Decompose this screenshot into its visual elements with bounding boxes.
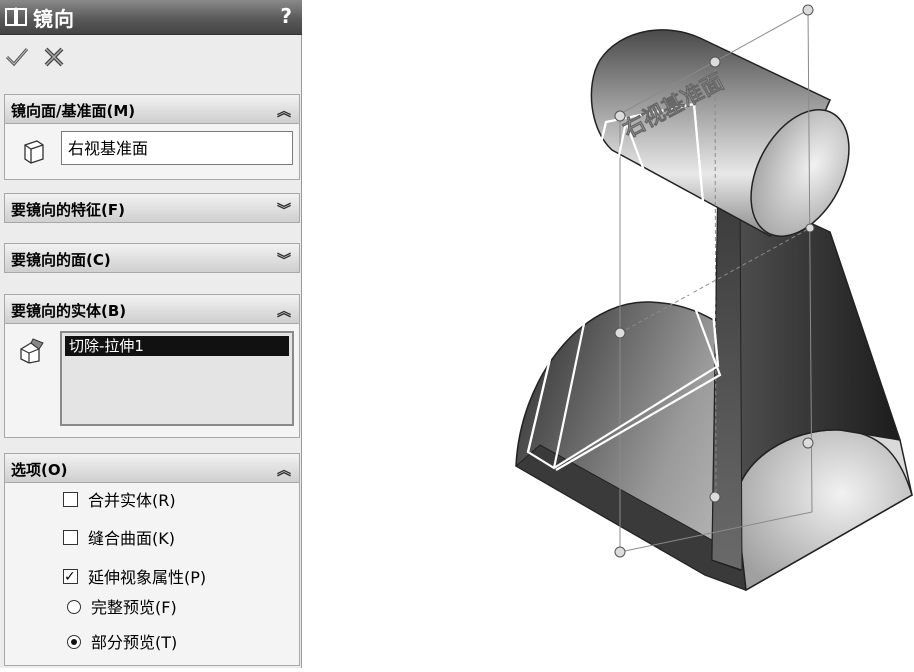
merge-bodies-option[interactable]: 合并实体(R)	[63, 490, 176, 512]
plane-icon	[24, 140, 44, 164]
features-section: 要镜向的特征(F) ︾	[4, 193, 300, 223]
option-label: 合并实体(R)	[88, 491, 176, 510]
panel-title: 镜向	[33, 7, 75, 31]
bodies-header[interactable]: 要镜向的实体(B) ︽	[5, 295, 299, 324]
plane-handle[interactable]	[709, 56, 721, 68]
option-label: 缝合曲面(K)	[88, 529, 175, 548]
options-header[interactable]: 选项(O) ︽	[5, 454, 299, 483]
full-preview-radio[interactable]	[67, 600, 81, 614]
cancel-button[interactable]	[41, 44, 67, 70]
merge-bodies-checkbox[interactable]	[63, 492, 78, 507]
section-label: 选项(O)	[11, 461, 68, 479]
solid-body-icon	[20, 338, 44, 364]
help-button[interactable]: ?	[280, 4, 292, 28]
faces-section: 要镜向的面(C) ︾	[4, 243, 300, 273]
mirror-plane-header[interactable]: 镜向面/基准面(M) ︽	[5, 95, 299, 124]
check-icon	[5, 48, 29, 67]
title-bar: 镜向 ?	[0, 0, 302, 35]
partial-preview-option[interactable]: 部分预览(T)	[67, 632, 177, 654]
mirror-feature-icon	[5, 7, 27, 27]
plane-handle[interactable]	[614, 546, 626, 558]
bodies-list[interactable]: 切除-拉伸1	[60, 331, 294, 426]
mirror-plane-field[interactable]: 右视基准面	[61, 131, 293, 165]
cancel-x-icon	[44, 47, 64, 67]
bodies-section: 要镜向的实体(B) ︽ 切除-拉伸1	[4, 294, 300, 438]
double-chevron-down-icon: ︾	[277, 203, 291, 219]
section-label: 镜向面/基准面(M)	[11, 102, 136, 120]
graphics-area[interactable]: 右视基准面	[302, 0, 914, 668]
plane-handle[interactable]	[709, 491, 721, 503]
ok-cancel-bar	[4, 44, 73, 74]
features-header[interactable]: 要镜向的特征(F) ︾	[5, 194, 299, 222]
option-label: 完整预览(F)	[91, 598, 177, 617]
faces-header[interactable]: 要镜向的面(C) ︾	[5, 244, 299, 272]
knit-surfaces-checkbox[interactable]	[63, 530, 78, 545]
knit-surfaces-option[interactable]: 缝合曲面(K)	[63, 528, 175, 550]
full-preview-option[interactable]: 完整预览(F)	[67, 597, 177, 619]
model-view[interactable]: 右视基准面	[302, 0, 914, 668]
propagate-visual-option[interactable]: 延伸视象属性(P)	[63, 566, 207, 589]
property-manager-panel: 镜向 ? 镜向面/基准面(M) ︽ 右视基准面 要镜向的特征(F) ︾ 要镜向的…	[0, 0, 302, 668]
plane-handle[interactable]	[802, 437, 814, 449]
partial-preview-radio[interactable]	[67, 635, 81, 649]
ok-button[interactable]	[4, 44, 30, 70]
plane-handle[interactable]	[802, 4, 814, 16]
section-label: 要镜向的面(C)	[11, 251, 111, 269]
plane-handle[interactable]	[614, 327, 626, 339]
list-item[interactable]: 切除-拉伸1	[65, 336, 289, 356]
option-label: 部分预览(T)	[91, 633, 178, 652]
options-section: 选项(O) ︽ 合并实体(R) 缝合曲面(K) 延伸视象属性(P) 完整预览(F…	[4, 453, 300, 666]
option-label: 延伸视象属性(P)	[88, 568, 207, 587]
mirror-plane-section: 镜向面/基准面(M) ︽ 右视基准面	[4, 94, 300, 180]
plane-handle[interactable]	[805, 223, 815, 233]
double-chevron-up-icon: ︽	[277, 304, 291, 320]
double-chevron-up-icon: ︽	[277, 463, 291, 479]
double-chevron-down-icon: ︾	[277, 253, 291, 269]
propagate-visual-checkbox[interactable]	[63, 566, 78, 588]
section-label: 要镜向的实体(B)	[11, 302, 127, 320]
section-label: 要镜向的特征(F)	[11, 201, 125, 219]
double-chevron-up-icon: ︽	[277, 104, 291, 120]
